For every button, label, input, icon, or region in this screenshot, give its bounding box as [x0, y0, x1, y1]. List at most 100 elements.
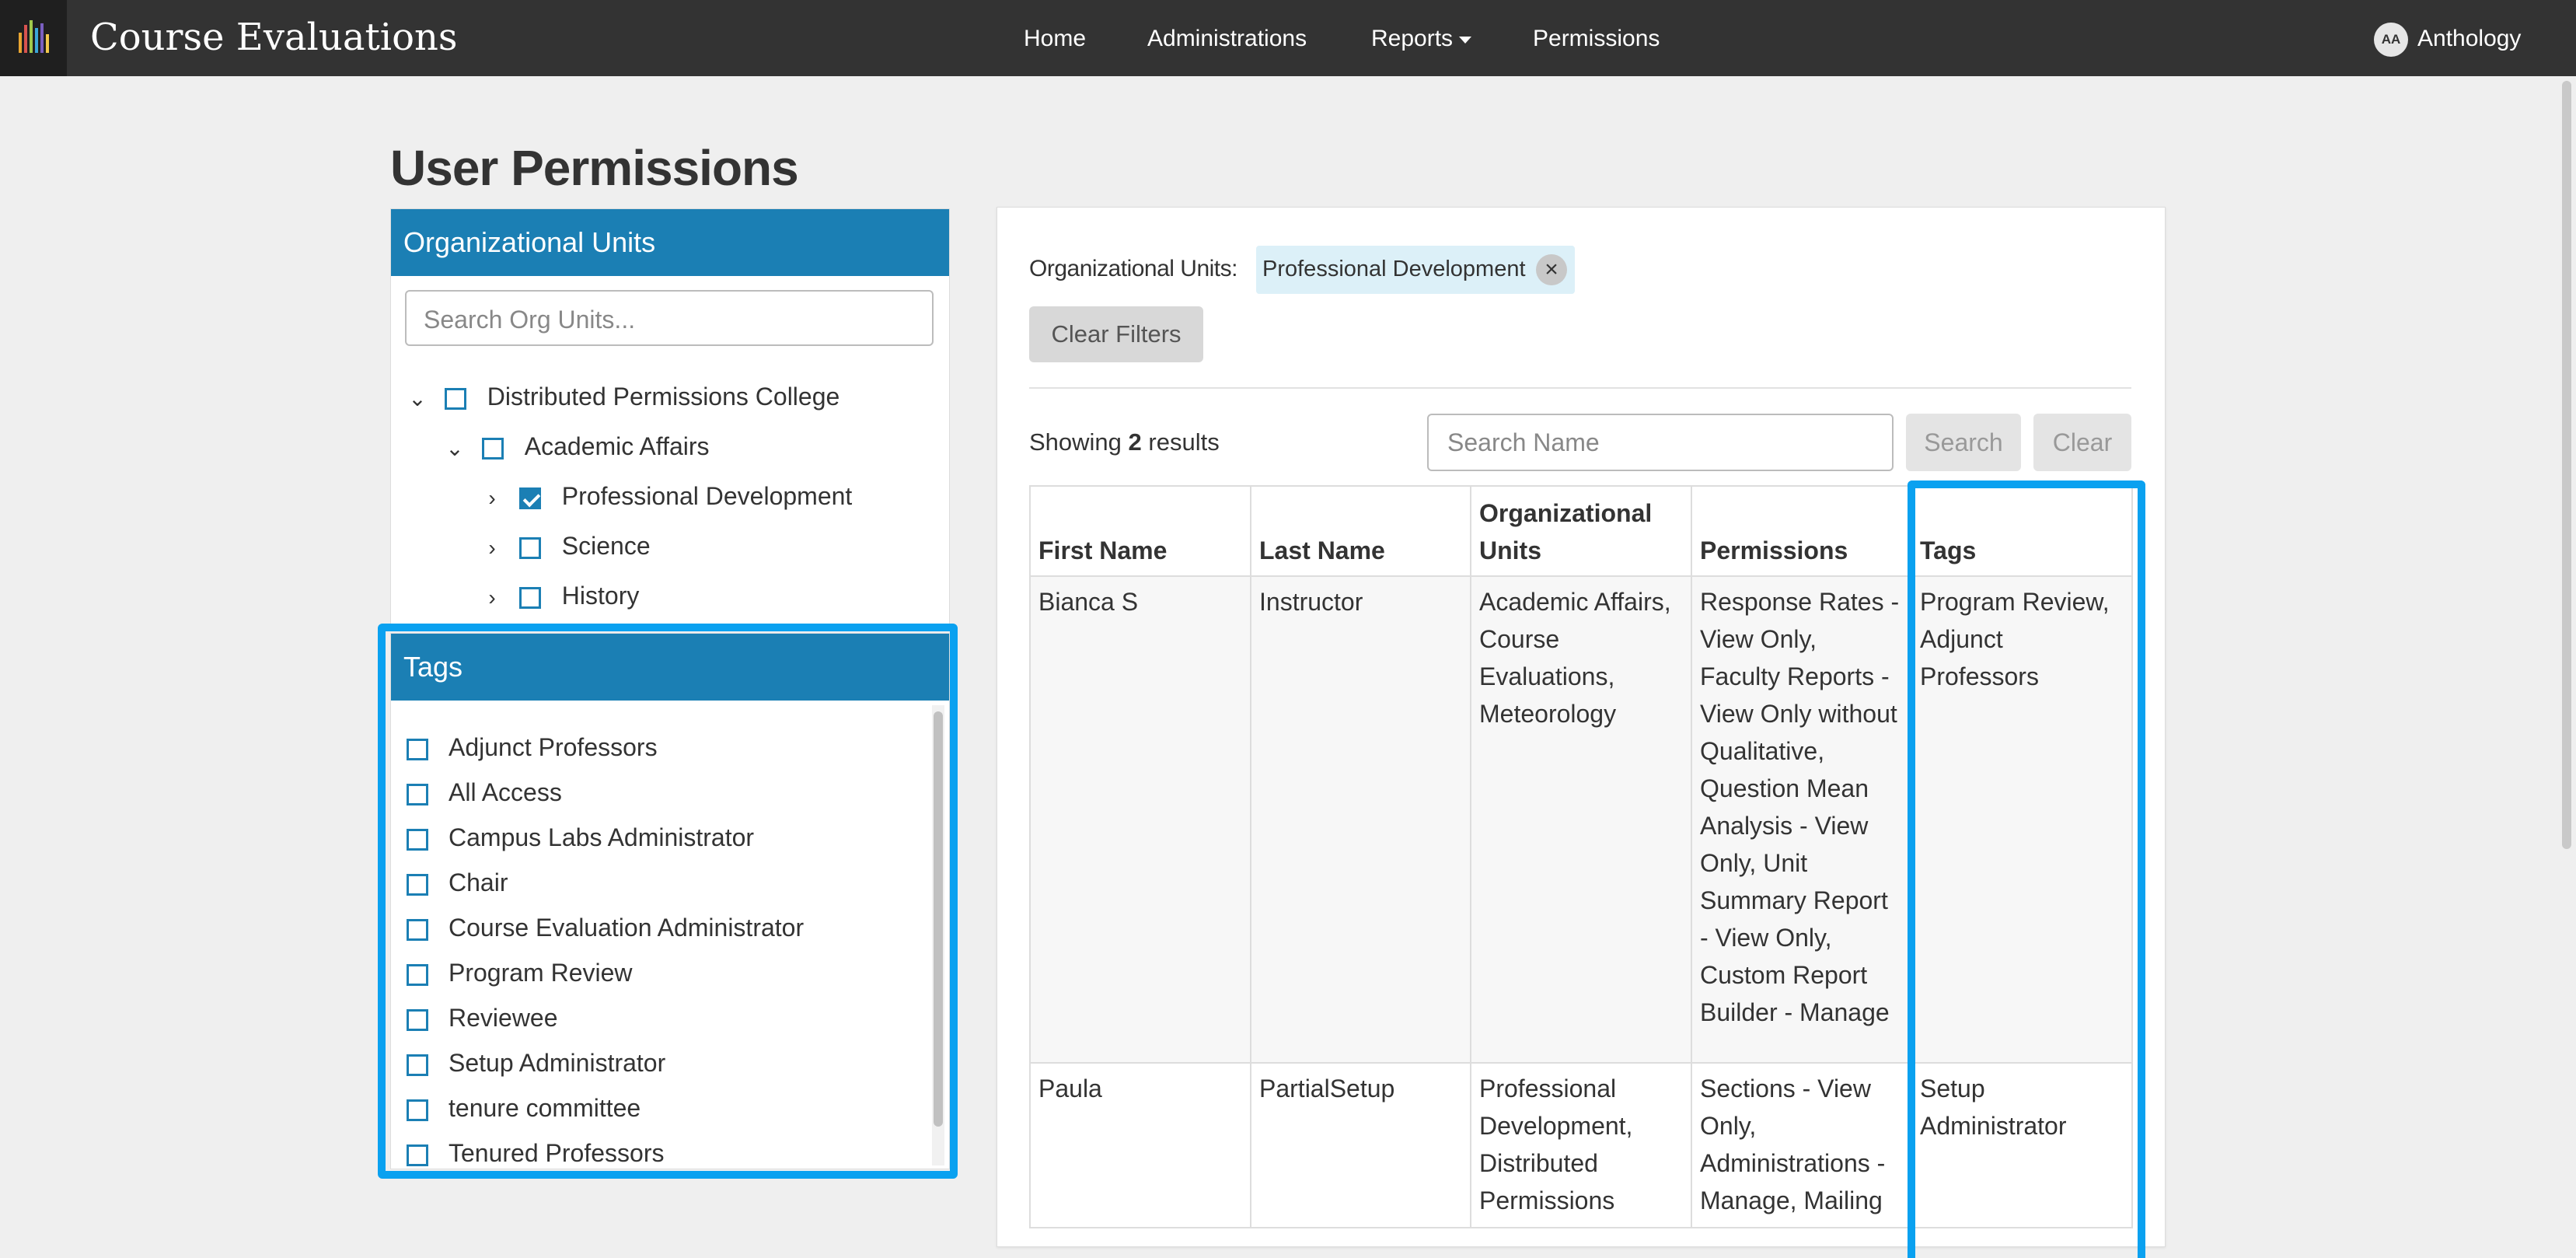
org-units-search-input[interactable]: Search Org Units... [405, 290, 934, 346]
user-avatar[interactable]: AA [2374, 23, 2408, 57]
chevron-down-icon[interactable]: ⌄ [445, 431, 464, 467]
tag-label: tenure committee [449, 1094, 641, 1122]
cell-first-name: Bianca S [1029, 575, 1251, 1064]
nav-permissions[interactable]: Permissions [1533, 23, 1660, 54]
tag-label: Campus Labs Administrator [449, 823, 755, 851]
checkbox[interactable] [518, 536, 541, 559]
nav-home[interactable]: Home [1024, 23, 1086, 54]
tree-item-label: Academic Affairs [524, 432, 710, 460]
column-header-tags[interactable]: Tags [1911, 485, 2133, 577]
checkbox[interactable] [407, 1008, 428, 1031]
checkbox[interactable] [407, 1099, 428, 1121]
users-table: First Name Last Name Organizational Unit… [1029, 485, 2133, 1228]
filter-chip: Professional Development × [1256, 246, 1575, 294]
cell-org-units: Professional Development, Distributed Pe… [1470, 1062, 1692, 1228]
nav-reports[interactable]: Reports [1371, 23, 1472, 54]
user-menu[interactable]: Anthology [2417, 23, 2521, 54]
cell-tags: Program Review, Adjunct Professors [1911, 575, 2133, 1064]
tags-scrollbar-thumb[interactable] [934, 711, 943, 1127]
results-prefix: Showing [1029, 428, 1122, 456]
tag-label: Course Evaluation Administrator [449, 914, 805, 942]
checkbox[interactable] [407, 873, 428, 896]
checkbox[interactable] [407, 1054, 428, 1076]
chevron-down-icon[interactable]: ⌄ [408, 381, 427, 417]
tag-item[interactable]: Campus Labs Administrator [407, 820, 754, 854]
nav-administrations[interactable]: Administrations [1147, 23, 1307, 54]
cell-org-units: Academic Affairs, Course Evaluations, Me… [1470, 575, 1692, 1064]
column-header-org-units[interactable]: Organizational Units [1470, 485, 1692, 577]
chevron-right-icon[interactable]: › [483, 480, 501, 516]
tree-item-professional-development[interactable]: › Professional Development [483, 478, 852, 514]
tag-item[interactable]: Adjunct Professors [407, 730, 658, 764]
table-row[interactable]: Bianca S Instructor Academic Affairs, Co… [1029, 575, 2133, 1064]
tags-header: Tags [391, 634, 949, 701]
tag-item[interactable]: Tenured Professors [407, 1136, 664, 1169]
checkbox[interactable] [407, 918, 428, 941]
tag-label: Program Review [449, 959, 633, 987]
org-units-header: Organizational Units [391, 209, 949, 276]
active-filter-label: Organizational Units: [1029, 256, 1237, 281]
close-icon[interactable]: × [1536, 254, 1567, 285]
checkbox[interactable] [481, 437, 504, 460]
cell-last-name: PartialSetup [1250, 1062, 1471, 1228]
cell-tags: Setup Administrator [1911, 1062, 2133, 1228]
results-count: Showing 2 results [1029, 426, 1220, 459]
tags-list[interactable]: Adjunct Professors All Access Campus Lab… [391, 701, 949, 1169]
clear-button[interactable]: Clear [2033, 414, 2131, 471]
app-title[interactable]: Course Evaluations [90, 14, 458, 61]
tag-item[interactable]: Chair [407, 865, 508, 900]
page-title: User Permissions [390, 140, 799, 196]
cell-last-name: Instructor [1250, 575, 1471, 1064]
results-number: 2 [1128, 428, 1142, 456]
tree-item-label: Science [561, 532, 651, 560]
tag-label: All Access [449, 778, 562, 806]
clear-filters-button[interactable]: Clear Filters [1029, 306, 1203, 362]
tag-item[interactable]: Course Evaluation Administrator [407, 910, 804, 945]
cell-first-name: Paula [1029, 1062, 1251, 1228]
tag-label: Reviewee [449, 1004, 558, 1032]
chevron-right-icon[interactable]: › [483, 580, 501, 616]
tree-item-science[interactable]: › Science [483, 528, 651, 566]
tree-item-distributed-permissions-college[interactable]: ⌄ Distributed Permissions College [408, 379, 839, 414]
tag-item[interactable]: Reviewee [407, 1001, 558, 1035]
divider [1029, 387, 2131, 389]
results-suffix: results [1148, 428, 1220, 456]
chevron-right-icon[interactable]: › [483, 530, 501, 566]
tree-item-history[interactable]: › History [483, 578, 639, 613]
tree-item-label: History [561, 582, 640, 610]
top-navigation-bar: Course Evaluations Home Administrations … [0, 0, 2576, 76]
logo-bars-icon [19, 20, 49, 53]
checkbox-checked[interactable] [518, 487, 541, 509]
tag-label: Tenured Professors [449, 1139, 665, 1167]
checkbox[interactable] [444, 387, 466, 410]
filter-chip-label: Professional Development [1262, 257, 1526, 281]
tag-item[interactable]: tenure committee [407, 1091, 641, 1125]
tag-item[interactable]: Program Review [407, 956, 633, 990]
tag-item[interactable]: All Access [407, 775, 562, 809]
nav-reports-label: Reports [1371, 26, 1454, 51]
tags-panel: Tags Adjunct Professors All Access Campu… [390, 633, 950, 1169]
column-header-permissions[interactable]: Permissions [1691, 485, 1912, 577]
checkbox[interactable] [407, 783, 428, 805]
checkbox[interactable] [518, 586, 541, 609]
org-units-panel: Organizational Units Search Org Units...… [390, 208, 950, 627]
table-row[interactable]: Paula PartialSetup Professional Developm… [1029, 1062, 2133, 1228]
tree-item-label: Professional Development [561, 482, 853, 510]
tag-label: Chair [449, 868, 508, 896]
tree-item-academic-affairs[interactable]: ⌄ Academic Affairs [445, 428, 710, 467]
checkbox[interactable] [407, 828, 428, 851]
tree-item-label: Distributed Permissions College [487, 383, 840, 411]
search-name-input[interactable]: Search Name [1427, 414, 1894, 471]
table-header-row: First Name Last Name Organizational Unit… [1029, 485, 2133, 577]
checkbox[interactable] [407, 963, 428, 986]
app-logo[interactable] [0, 0, 67, 76]
cell-permissions: Sections - View Only, Administrations - … [1691, 1062, 1912, 1228]
column-header-last-name[interactable]: Last Name [1250, 485, 1471, 577]
column-header-first-name[interactable]: First Name [1029, 485, 1251, 577]
checkbox[interactable] [407, 1144, 428, 1166]
tag-item[interactable]: Setup Administrator [407, 1046, 665, 1080]
checkbox[interactable] [407, 738, 428, 760]
search-button[interactable]: Search [1906, 414, 2021, 471]
caret-down-icon [1459, 36, 1472, 44]
page-scrollbar[interactable] [2562, 81, 2571, 849]
